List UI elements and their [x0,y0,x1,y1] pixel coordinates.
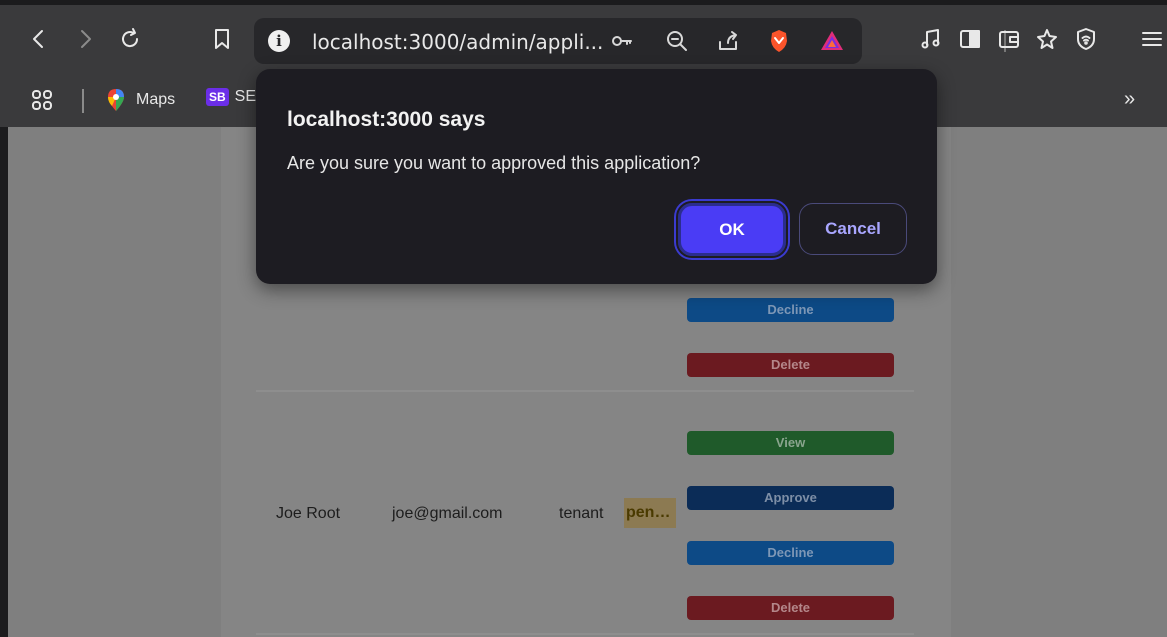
ok-button[interactable]: OK [676,201,788,258]
bookmark-label: Maps [136,91,176,108]
dialog-title: localhost:3000 says [287,108,486,131]
applicant-role: tenant [559,505,604,522]
table-row-divider [256,633,914,635]
brave-rewards-icon[interactable] [820,29,844,53]
page-left-edge [0,127,8,637]
table-row-divider [256,390,914,392]
bookmarks-divider [82,89,84,113]
dialog-message: Are you sure you want to approved this a… [287,153,701,173]
status-badge: pen… [624,498,676,528]
sparkle-star-icon [1037,29,1057,49]
leo-ai-button[interactable] [1031,22,1065,56]
confirm-dialog: localhost:3000 says Are you sure you wan… [256,69,937,284]
chevron-left-icon [33,30,43,48]
forward-button[interactable] [68,22,102,56]
cancel-button[interactable]: Cancel [799,203,907,255]
apps-button[interactable] [30,88,54,112]
bookmark-label: SE [234,88,257,105]
bookmark-se[interactable]: SB SE [206,88,256,106]
maps-pin-icon [108,89,124,111]
applicant-name: Joe Root [276,505,341,522]
hamburger-menu-icon [1142,32,1162,46]
decline-button[interactable]: Decline [687,298,894,322]
view-button[interactable]: View [687,431,894,455]
sidebar-button[interactable] [953,22,987,56]
bookmark-maps[interactable]: Maps [106,88,175,112]
apps-grid-icon [32,90,52,110]
applicant-email: joe@gmail.com [392,505,503,522]
sidebar-icon [960,30,980,48]
delete-button[interactable]: Delete [687,596,894,620]
share-icon[interactable] [716,29,740,53]
reload-button[interactable] [113,22,147,56]
approve-button[interactable]: Approve [687,486,894,510]
browser-toolbar: i localhost:3000/admin/appli... [0,5,1167,77]
url-text[interactable]: localhost:3000/admin/appli... [312,30,603,54]
wallet-icon [999,31,1019,48]
vpn-button[interactable] [1069,22,1103,56]
decline-button[interactable]: Decline [687,541,894,565]
sb-badge-icon: SB [206,88,229,106]
music-note-icon [921,29,940,49]
delete-button[interactable]: Delete [687,353,894,377]
back-button[interactable] [22,22,56,56]
site-info-icon[interactable]: i [268,30,290,52]
address-bar[interactable]: i localhost:3000/admin/appli... [254,18,1006,64]
bookmarks-overflow-button[interactable]: » [1124,88,1135,111]
media-button[interactable] [914,22,948,56]
key-icon[interactable] [610,29,634,53]
wallet-button[interactable] [992,22,1026,56]
shield-wifi-icon [1077,28,1095,50]
chevron-right-icon [81,30,91,48]
zoom-out-icon[interactable] [665,29,689,53]
bookmark-button[interactable] [205,22,239,56]
brave-shields-icon[interactable] [767,29,791,53]
reload-icon [122,28,139,48]
menu-button[interactable] [1135,22,1167,56]
bookmark-icon [215,29,229,49]
